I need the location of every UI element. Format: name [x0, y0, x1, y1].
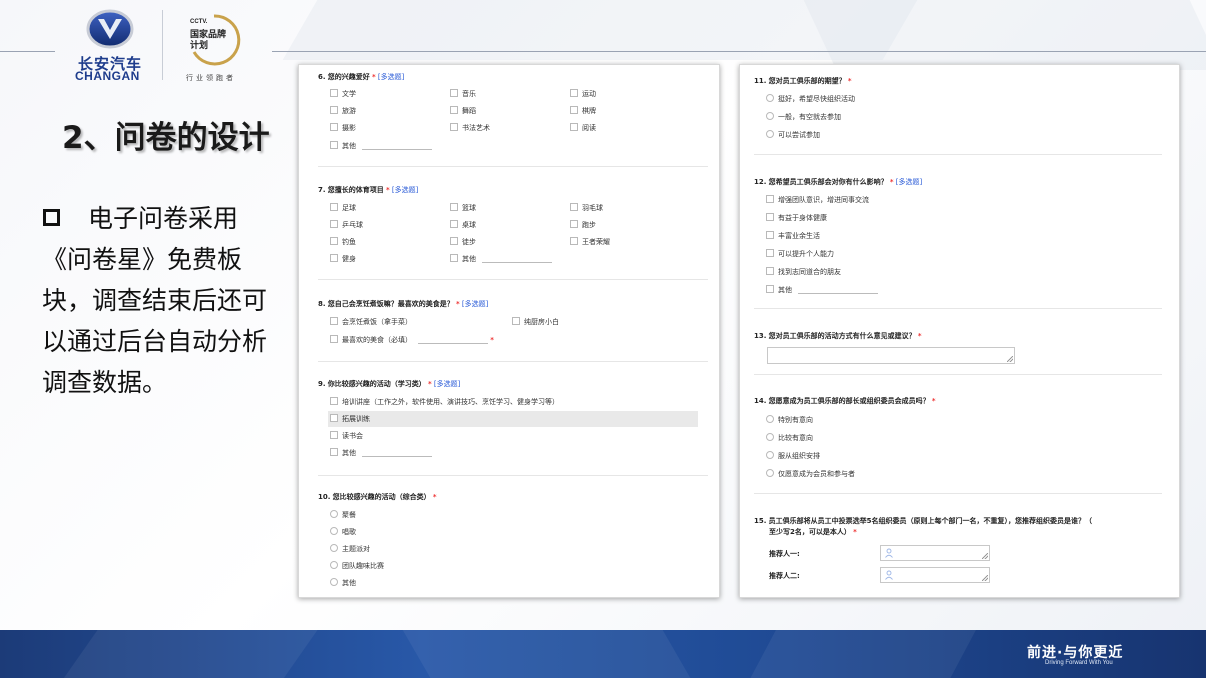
question-15-title-cont: 至少写2名，可以是本人） *: [769, 528, 857, 536]
question-12-title: 12. 您希望员工俱乐部会对你有什么影响？ * [多选题]: [754, 178, 923, 186]
question-divider: [318, 475, 708, 476]
footer-facet: [48, 630, 332, 678]
checkbox-option[interactable]: 可以提升个人能力: [766, 249, 834, 259]
checkbox-option[interactable]: 篮球: [450, 203, 476, 213]
question-divider: [754, 154, 1162, 155]
background-facet: [803, 0, 1206, 70]
checkbox-option[interactable]: 健身: [330, 254, 356, 264]
checkbox-option[interactable]: 徒步: [450, 237, 476, 247]
radio-option[interactable]: 一般，有空就去参加: [766, 112, 841, 122]
radio-option[interactable]: 主题派对: [330, 544, 370, 554]
cctv-tag: CCTV.: [190, 19, 208, 25]
header-rule: [272, 51, 1206, 52]
person-icon: [885, 570, 893, 580]
radio-option[interactable]: 唱歌: [330, 527, 356, 537]
checkbox-option-other[interactable]: 其他: [766, 285, 878, 295]
checkbox-option[interactable]: 舞蹈: [450, 106, 476, 116]
checkbox-option[interactable]: 书法艺术: [450, 123, 490, 133]
question-divider: [318, 166, 708, 167]
survey-screenshot-right: 11. 您对员工俱乐部的期望？ * 挺好，希望尽快组织活动 一般，有空就去参加 …: [739, 64, 1180, 598]
radio-option[interactable]: 可以尝试参加: [766, 130, 820, 140]
radio-option[interactable]: 仅愿意成为会员和参与者: [766, 469, 855, 479]
footer-band: 前进·与你更近 Driving Forward With You: [0, 630, 1206, 678]
question-7-title: 7. 您擅长的体育项目 * [多选题]: [318, 186, 419, 194]
question-9-title: 9. 你比较感兴趣的活动（学习类） * [多选题]: [318, 380, 461, 388]
checkbox-option[interactable]: 纯厨房小白: [512, 317, 559, 327]
footer-facet: [396, 630, 704, 678]
checkbox-option[interactable]: 桌球: [450, 220, 476, 230]
checkbox-option[interactable]: 会烹饪煮饭（拿手菜）: [330, 317, 412, 327]
cctv-subtitle: 行业领跑者: [186, 74, 236, 82]
checkbox-option[interactable]: 旅游: [330, 106, 356, 116]
recommender-1-input[interactable]: [880, 545, 990, 561]
radio-option[interactable]: 比较有意向: [766, 433, 813, 443]
resize-grip-icon[interactable]: [1007, 356, 1013, 362]
radio-option[interactable]: 特别有意向: [766, 415, 813, 425]
footer-slogan-en: Driving Forward With You: [1045, 660, 1113, 666]
bullet-line1: 电子问卷采用: [88, 204, 239, 233]
checkbox-option[interactable]: 音乐: [450, 89, 476, 99]
checkbox-option-other[interactable]: 其他: [450, 254, 552, 264]
question-divider: [318, 361, 708, 362]
checkbox-option[interactable]: 找到志同道合的朋友: [766, 267, 841, 277]
checkbox-option-with-input[interactable]: 最喜欢的美食（必填） *: [330, 335, 494, 345]
checkbox-option[interactable]: 钓鱼: [330, 237, 356, 247]
question-15-title: 15. 员工俱乐部将从员工中投票选举5名组织委员（原则上每个部门一名，不重复），…: [754, 517, 1093, 525]
checkbox-option[interactable]: 阅读: [570, 123, 596, 133]
checkbox-option[interactable]: 摄影: [330, 123, 356, 133]
checkbox-option-other[interactable]: 其他: [330, 448, 432, 458]
checkbox-option[interactable]: 羽毛球: [570, 203, 603, 213]
header-rule: [0, 51, 55, 52]
cctv-title-line2: 计划: [190, 41, 209, 51]
recommender-2-input[interactable]: [880, 567, 990, 583]
question-divider: [754, 493, 1162, 494]
person-icon: [885, 548, 893, 558]
checkbox-option[interactable]: 棋牌: [570, 106, 596, 116]
checkbox-option[interactable]: 拓展训练: [330, 414, 370, 424]
checkbox-option[interactable]: 跑步: [570, 220, 596, 230]
hovered-option-highlight: [328, 411, 698, 427]
checkbox-option[interactable]: 培训讲座（工作之外，软件使用、演讲技巧、烹饪学习、健身学习等）: [330, 397, 559, 407]
recommender-1-label: 推荐人一:: [769, 550, 800, 558]
question-11-title: 11. 您对员工俱乐部的期望？ *: [754, 77, 852, 85]
bullet-rest: 《问卷星》免费板块，调查结束后还可以通过后台自动分析调查数据。: [42, 245, 268, 397]
question-divider: [754, 308, 1162, 309]
logo-divider: [162, 10, 163, 80]
footer-slogan: 前进·与你更近: [1027, 645, 1124, 661]
question-divider: [754, 374, 1162, 375]
checkbox-option-other[interactable]: 其他: [330, 141, 432, 151]
question-6-title: 6. 您的兴趣爱好 * [多选题]: [318, 73, 405, 81]
checkbox-option[interactable]: 乒乓球: [330, 220, 363, 230]
changan-logo-icon: [86, 9, 134, 49]
resize-grip-icon[interactable]: [982, 553, 988, 559]
radio-option[interactable]: 聚餐: [330, 510, 356, 520]
slide-body: 电子问卷采用《问卷星》免费板块，调查结束后还可以通过后台自动分析调查数据。: [42, 198, 278, 403]
suggestion-textarea[interactable]: [767, 347, 1015, 364]
checkbox-option[interactable]: 读书会: [330, 431, 363, 441]
checkbox-option[interactable]: 增强团队意识，增进同事交流: [766, 195, 869, 205]
checkbox-option[interactable]: 有益于身体健康: [766, 213, 827, 223]
question-13-title: 13. 您对员工俱乐部的活动方式有什么意见或建议？ *: [754, 332, 922, 340]
radio-option[interactable]: 挺好，希望尽快组织活动: [766, 94, 855, 104]
checkbox-option[interactable]: 王者荣耀: [570, 237, 610, 247]
radio-option[interactable]: 其他: [330, 578, 356, 588]
checkbox-option[interactable]: 丰富业余生活: [766, 231, 820, 241]
recommender-2-label: 推荐人二:: [769, 572, 800, 580]
radio-option[interactable]: 服从组织安排: [766, 451, 820, 461]
checkbox-option[interactable]: 足球: [330, 203, 356, 213]
resize-grip-icon[interactable]: [982, 575, 988, 581]
question-10-title: 10. 您比较感兴趣的活动（综合类） *: [318, 493, 437, 501]
footer-facet: [738, 630, 982, 678]
brand-name-en: CHANGAN: [75, 69, 140, 83]
survey-screenshot-left: 6. 您的兴趣爱好 * [多选题] 文学 音乐 运动 旅游 舞蹈 棋牌 摄影 书…: [298, 64, 720, 598]
checkbox-option[interactable]: 运动: [570, 89, 596, 99]
question-8-title: 8. 您自己会烹饪煮饭嘛？最喜欢的美食是？ * [多选题]: [318, 300, 489, 308]
slide-title: 2、问卷的设计: [62, 120, 270, 156]
question-divider: [318, 279, 708, 280]
checkbox-option[interactable]: 文学: [330, 89, 356, 99]
radio-option[interactable]: 团队趣味比赛: [330, 561, 384, 571]
question-14-title: 14. 您愿意成为员工俱乐部的部长或组织委员会成员吗？ *: [754, 397, 936, 405]
